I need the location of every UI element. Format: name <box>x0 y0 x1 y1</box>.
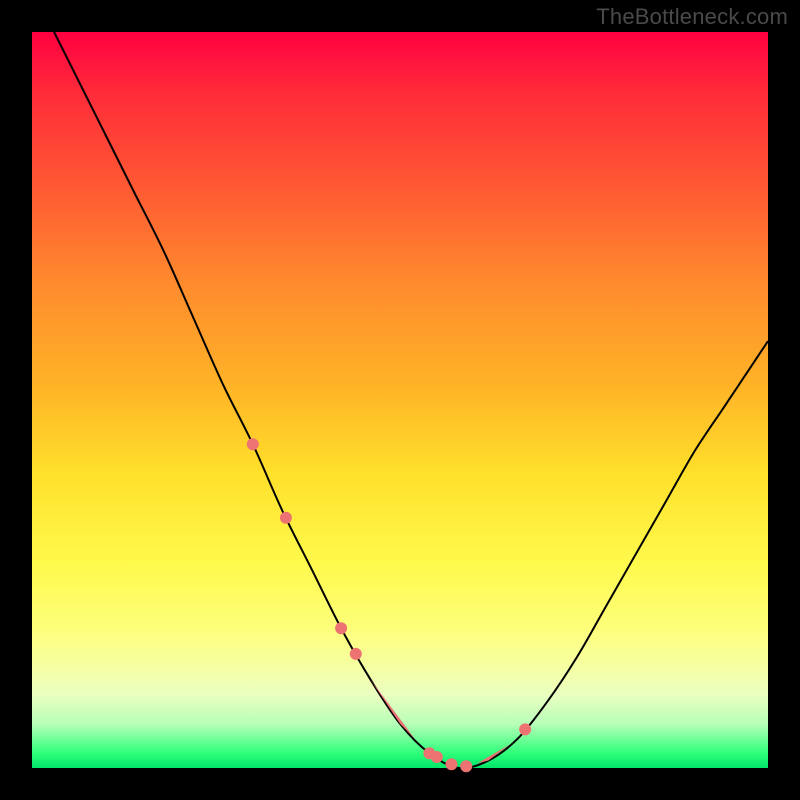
marker-layer <box>247 438 531 772</box>
watermark-text: TheBottleneck.com <box>596 4 788 30</box>
chart-frame: TheBottleneck.com <box>0 0 800 800</box>
bottleneck-curve <box>54 32 768 768</box>
curve-marker-pill <box>371 680 415 739</box>
plot-area <box>32 32 768 768</box>
curve-marker-dot <box>335 622 347 634</box>
curve-marker-dot <box>431 751 443 763</box>
curve-marker-dot <box>280 512 292 524</box>
curve-marker-dot <box>446 758 458 770</box>
curve-marker-pill <box>477 744 510 763</box>
curve-marker-dot <box>350 648 362 660</box>
curve-marker-dot <box>247 438 259 450</box>
curve-marker-dot <box>519 723 531 735</box>
curve-svg <box>32 32 768 768</box>
curve-marker-dot <box>460 760 472 772</box>
